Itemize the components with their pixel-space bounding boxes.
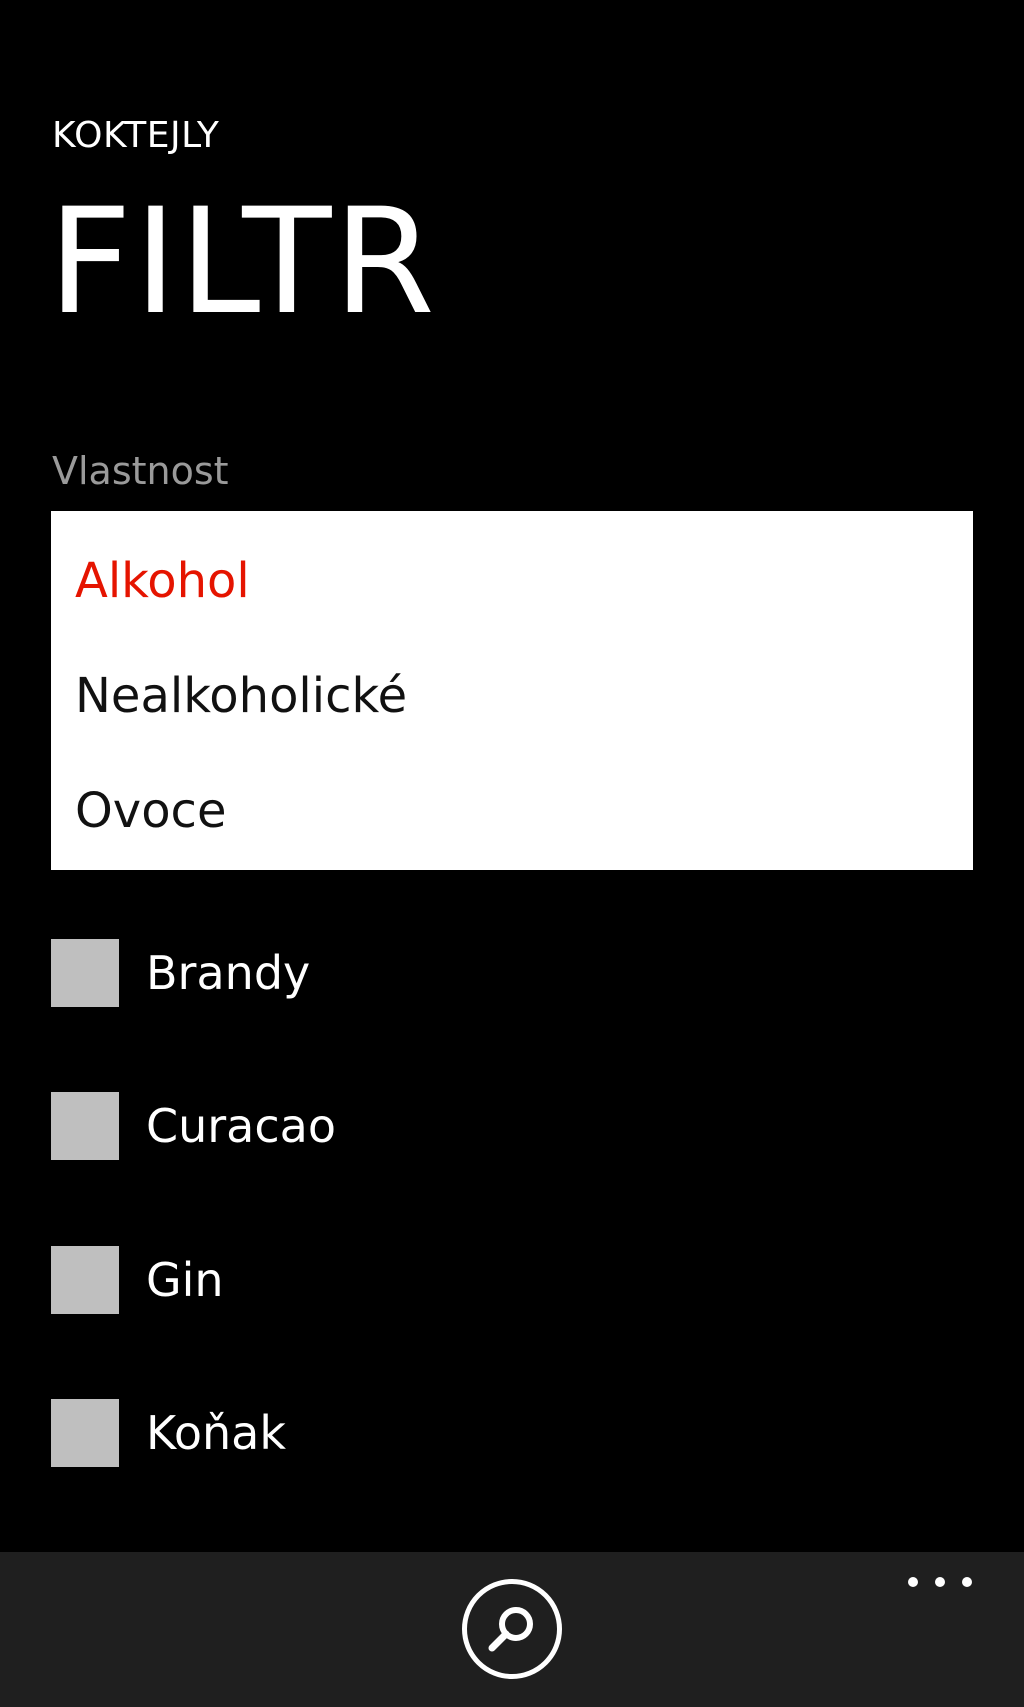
checkbox-item-curacao[interactable]: Curacao: [51, 1092, 651, 1160]
checkbox-curacao[interactable]: [51, 1092, 119, 1160]
checkbox-label: Curacao: [146, 1099, 336, 1153]
checkbox-item-gin[interactable]: Gin: [51, 1246, 651, 1314]
app-title: KOKTEJLY: [52, 115, 220, 156]
checkbox-item-konak[interactable]: Koňak: [51, 1399, 651, 1467]
filter-label: Vlastnost: [52, 449, 229, 493]
checkbox-brandy[interactable]: [51, 939, 119, 1007]
picker-option-alkohol[interactable]: Alkohol: [75, 551, 250, 611]
checkbox-label: Koňak: [146, 1406, 286, 1460]
search-button[interactable]: [462, 1579, 562, 1679]
checkbox-gin[interactable]: [51, 1246, 119, 1314]
picker-option-ovoce[interactable]: Ovoce: [75, 781, 226, 841]
more-button[interactable]: [908, 1570, 972, 1594]
search-icon: [488, 1607, 533, 1652]
application-bar: [0, 1552, 1024, 1707]
checkbox-label: Brandy: [146, 946, 311, 1000]
checkbox-label: Gin: [146, 1253, 224, 1307]
more-dots-icon: [908, 1577, 972, 1587]
checkbox-konak[interactable]: [51, 1399, 119, 1467]
checkbox-item-brandy[interactable]: Brandy: [51, 939, 651, 1007]
page-title: FILTR: [48, 177, 437, 347]
picker-option-nealkoholicke[interactable]: Nealkoholické: [75, 666, 407, 726]
property-picker[interactable]: Alkohol Nealkoholické Ovoce: [51, 511, 973, 870]
